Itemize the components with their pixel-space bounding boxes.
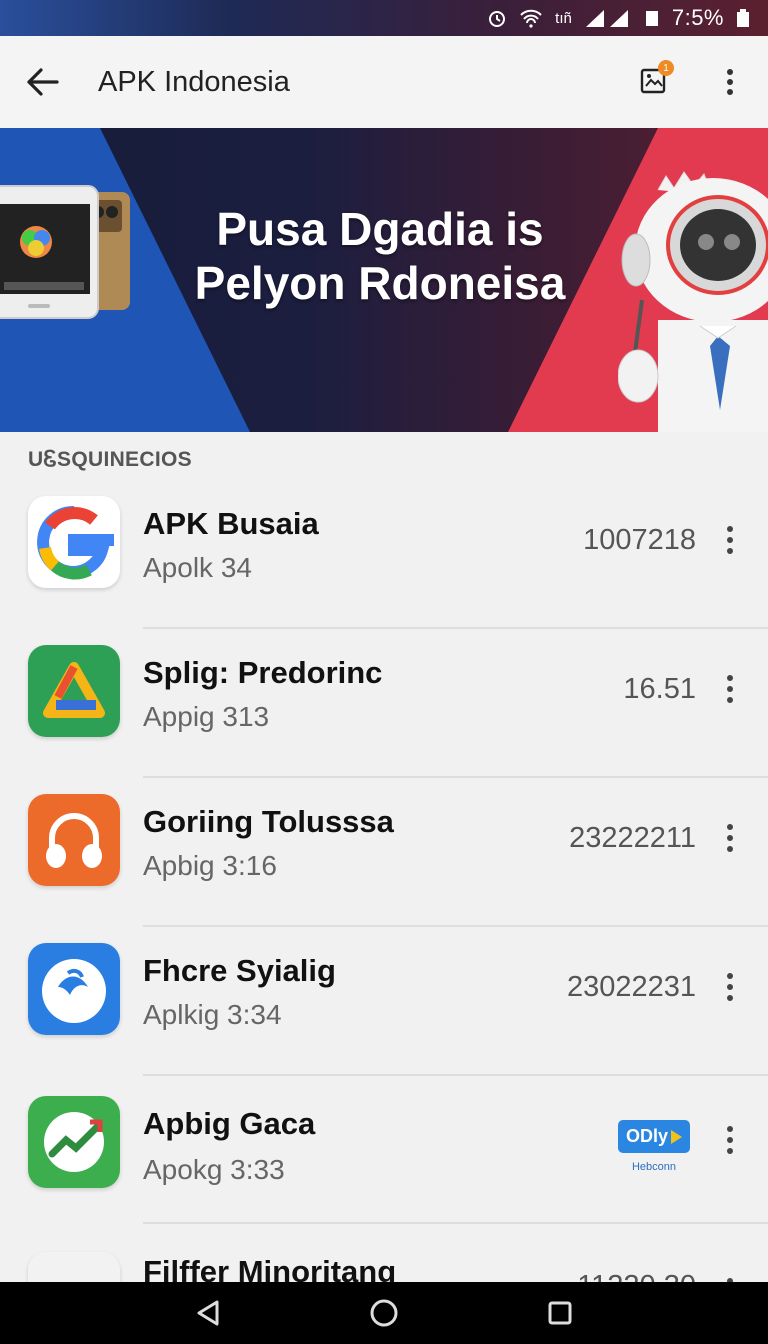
app-subtitle: Aplkig 3:34	[143, 999, 282, 1030]
promo-badge-caption: Hebconn	[631, 1161, 677, 1173]
more-vert-icon	[727, 69, 733, 95]
arrow-left-icon	[27, 68, 59, 96]
app-name: APK Busaia	[143, 506, 319, 541]
status-bar: tıñ 7:5%	[0, 0, 768, 36]
alarm-icon	[487, 8, 507, 28]
water-drop-icon	[28, 943, 120, 1035]
app-count: 23222211	[569, 822, 696, 854]
app-subtitle: Apolk 34	[143, 552, 252, 583]
promo-badge[interactable]: ODly Hebconn	[614, 1120, 694, 1173]
headphones-icon	[28, 794, 120, 886]
square-recents-icon	[548, 1301, 572, 1325]
app-bar: APK Indonesia 1	[0, 36, 768, 128]
nav-recents-button[interactable]	[530, 1282, 590, 1344]
play-triangle-icon	[671, 1129, 682, 1144]
back-button[interactable]	[0, 36, 84, 128]
status-time: 7:5%	[671, 5, 724, 30]
overflow-menu-button[interactable]	[692, 36, 768, 128]
phone-illustration	[0, 180, 140, 335]
list-item[interactable]: Splig: Predorinc Appig 313 16.51	[0, 629, 768, 778]
item-more-button[interactable]	[712, 816, 748, 860]
item-more-button[interactable]	[712, 965, 748, 1009]
app-name: Goriing Tolusssa	[143, 804, 394, 839]
drive-triangle-icon	[28, 645, 120, 737]
chart-check-icon	[28, 1096, 120, 1188]
battery-icon	[736, 8, 750, 28]
nav-back-button[interactable]	[178, 1282, 238, 1344]
promo-badge-label: ODly	[625, 1126, 668, 1146]
network-label: tıñ	[555, 9, 572, 27]
section-label: UᏋSQUINECIOS	[28, 448, 192, 471]
triangle-back-icon	[197, 1300, 219, 1326]
promo-banner[interactable]: Pusa Dgadia is Pelyon Rdoneisa	[0, 128, 768, 432]
app-count: 16.51	[623, 673, 696, 705]
list-item[interactable]: Goriing Tolusssa Apbig 3:16 23222211	[0, 778, 768, 927]
notifications-button[interactable]: 1	[616, 36, 692, 128]
signal-icon	[584, 8, 632, 28]
app-name: Fhcre Syialig	[143, 953, 336, 988]
app-count: 1007218	[583, 524, 696, 556]
item-more-button[interactable]	[712, 518, 748, 562]
banner-line-1: Pusa Dgadia is	[216, 203, 544, 255]
list-item[interactable]: APK Busaia Apolk 34 1007218	[0, 480, 768, 629]
nav-home-button[interactable]	[354, 1282, 414, 1344]
app-subtitle: Apokg 3:33	[143, 1154, 285, 1185]
app-name: Splig: Predorinc	[143, 655, 383, 690]
list-item[interactable]: Apbig Gaca Apokg 3:33 ODly Hebconn	[0, 1076, 768, 1224]
google-g-icon	[28, 496, 120, 588]
list-item[interactable]: Fhcre Syialig Aplkig 3:34 23022231	[0, 927, 768, 1076]
app-subtitle: Apbig 3:16	[143, 850, 277, 881]
app-subtitle: Appig 313	[143, 701, 270, 732]
sim-icon	[644, 8, 660, 28]
app-list: APK Busaia Apolk 34 1007218 Splig: Predo…	[0, 480, 768, 1300]
banner-headline: Pusa Dgadia is Pelyon Rdoneisa	[160, 202, 600, 310]
app-name: Apbig Gaca	[143, 1106, 316, 1141]
app-count: 23022231	[566, 971, 696, 1003]
wifi-icon	[519, 8, 543, 28]
circle-home-icon	[370, 1299, 398, 1327]
notification-badge: 1	[658, 60, 674, 76]
banner-line-2: Pelyon Rdoneisa	[194, 257, 566, 309]
page-title: APK Indonesia	[98, 65, 290, 98]
item-more-button[interactable]	[712, 667, 748, 711]
robot-mascot	[617, 150, 768, 432]
item-more-button[interactable]	[712, 1118, 748, 1162]
system-nav-bar	[0, 1282, 768, 1344]
